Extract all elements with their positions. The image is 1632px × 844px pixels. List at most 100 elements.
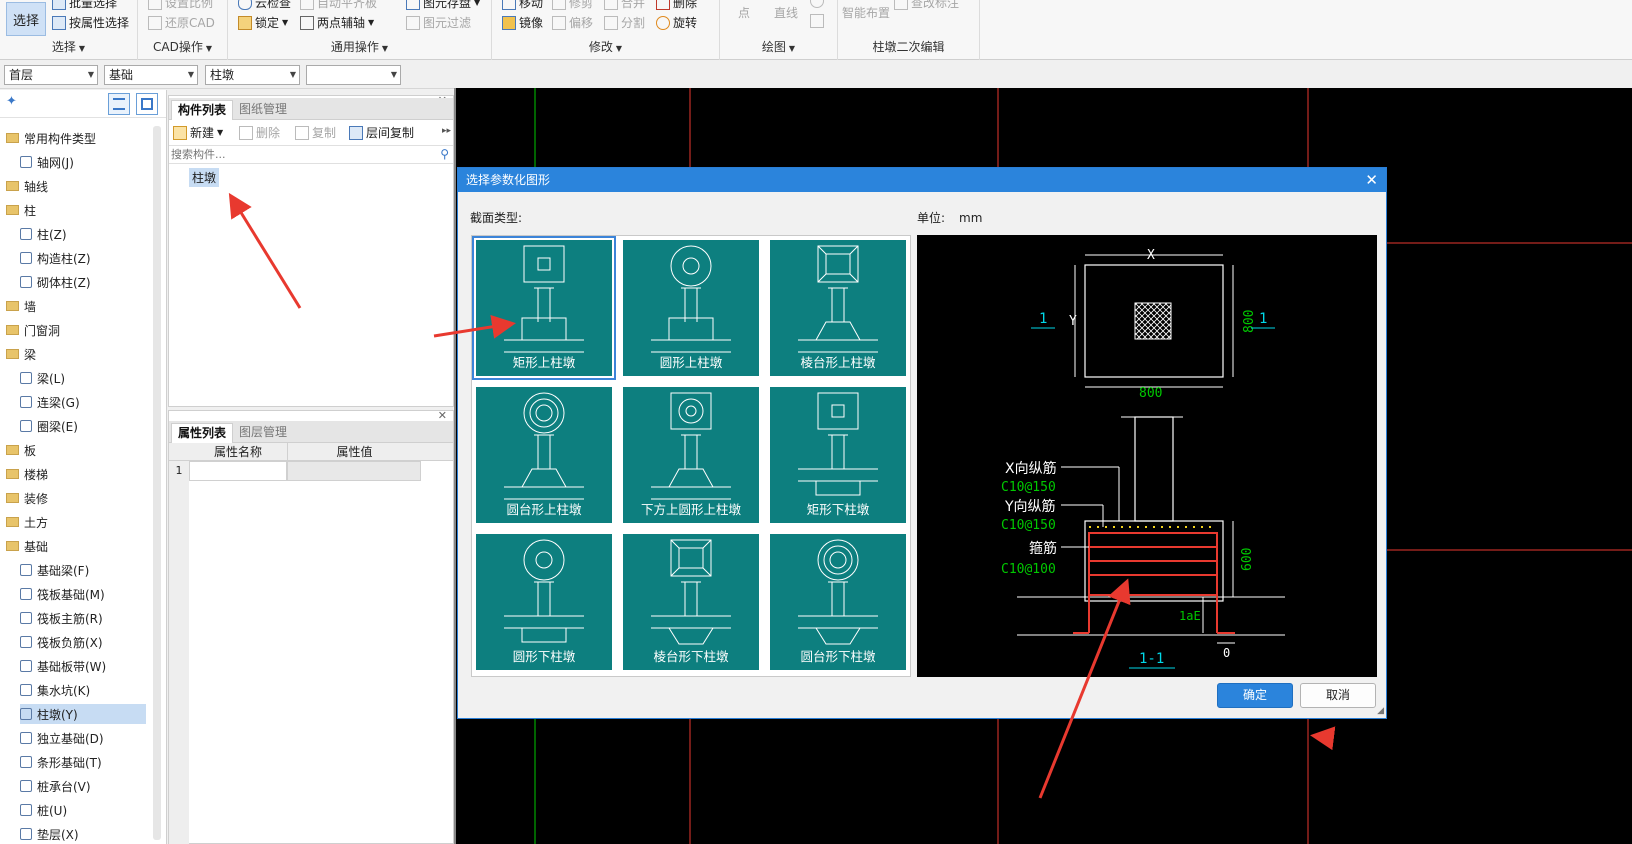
floor-dropdown[interactable]: 首层 ▼ bbox=[4, 65, 98, 85]
mirror-button[interactable]: 镜像 bbox=[502, 14, 543, 31]
shape-thumbnail[interactable]: 圆形下柱墩 bbox=[476, 534, 612, 670]
batch-select-button[interactable]: 批量选择 bbox=[52, 0, 117, 11]
trim-button[interactable]: 修剪 bbox=[552, 0, 593, 11]
floor-copy-button[interactable]: 层间复制 bbox=[349, 124, 414, 141]
line-button[interactable]: 直线 bbox=[774, 4, 798, 21]
shape-thumbnail[interactable]: 矩形上柱墩 bbox=[472, 236, 616, 380]
group-label-draw[interactable]: 绘图 ▼ bbox=[720, 38, 837, 55]
restore-cad-button[interactable]: 还原CAD bbox=[148, 14, 215, 31]
tree-folder[interactable]: 门窗洞 bbox=[6, 320, 146, 340]
tree-item[interactable]: 梁(L) bbox=[20, 368, 146, 388]
name-dropdown[interactable]: ▼ bbox=[306, 65, 401, 85]
tree-item[interactable]: 桩承台(V) bbox=[20, 776, 146, 796]
sparkle-icon[interactable]: ✦ bbox=[6, 94, 17, 109]
shape-option[interactable]: 圆台形下柱墩 bbox=[766, 530, 913, 677]
split-button[interactable]: 分割 bbox=[604, 14, 645, 31]
tree-item[interactable]: 集水坑(K) bbox=[20, 680, 146, 700]
tree-item[interactable]: 柱墩(Y) bbox=[20, 704, 146, 724]
group-label-modify[interactable]: 修改 ▼ bbox=[492, 38, 719, 55]
rect-button[interactable] bbox=[810, 14, 824, 28]
shape-option[interactable]: 圆形上柱墩 bbox=[619, 236, 766, 383]
tree-item[interactable]: 条形基础(T) bbox=[20, 752, 146, 772]
tree-item[interactable]: 筏板主筋(R) bbox=[20, 608, 146, 628]
shape-option[interactable]: 圆形下柱墩 bbox=[472, 530, 619, 677]
view-annotation-button[interactable]: 查改标注 bbox=[894, 0, 959, 11]
search-icon[interactable]: ⚲ bbox=[440, 147, 449, 161]
tab-drawing-management[interactable]: 图纸管理 bbox=[233, 100, 293, 120]
element-save-button[interactable]: 图元存盘 ▼ bbox=[406, 0, 480, 11]
tree-item[interactable]: 桩(U) bbox=[20, 800, 146, 820]
shape-thumbnail[interactable]: 棱台形上柱墩 bbox=[770, 240, 906, 376]
group-label-cad[interactable]: CAD操作 ▼ bbox=[138, 38, 227, 55]
property-name-cell[interactable] bbox=[189, 461, 287, 481]
tree-folder[interactable]: 梁 bbox=[6, 344, 146, 364]
tree-folder[interactable]: 轴线 bbox=[6, 176, 146, 196]
close-icon[interactable]: ✕ bbox=[1365, 168, 1378, 192]
shape-thumbnail[interactable]: 矩形下柱墩 bbox=[770, 387, 906, 523]
offset-button[interactable]: 偏移 bbox=[552, 14, 593, 31]
resize-grip-icon[interactable]: ◢ bbox=[1377, 706, 1384, 716]
shape-option[interactable]: 矩形上柱墩 bbox=[472, 236, 619, 383]
detail-view-button[interactable] bbox=[136, 93, 158, 115]
ok-button[interactable]: 确定 bbox=[1217, 683, 1293, 708]
shape-option[interactable]: 棱台形下柱墩 bbox=[619, 530, 766, 677]
tree-folder[interactable]: 装修 bbox=[6, 488, 146, 508]
shape-option[interactable]: 矩形下柱墩 bbox=[766, 383, 913, 530]
tab-component-list[interactable]: 构件列表 bbox=[171, 100, 234, 120]
set-scale-button[interactable]: 设置比例 bbox=[148, 0, 213, 11]
shape-thumbnail[interactable]: 棱台形下柱墩 bbox=[623, 534, 759, 670]
shape-option[interactable]: 圆台形上柱墩 bbox=[472, 383, 619, 530]
tree-folder[interactable]: 常用构件类型 bbox=[6, 128, 146, 148]
lock-button[interactable]: 锁定 ▼ bbox=[238, 14, 288, 31]
tree-item[interactable]: 筏板基础(M) bbox=[20, 584, 146, 604]
property-value-cell[interactable] bbox=[287, 461, 421, 481]
tree-folder[interactable]: 基础 bbox=[6, 536, 146, 556]
shape-option[interactable]: 棱台形上柱墩 bbox=[766, 236, 913, 383]
category-dropdown[interactable]: 基础 ▼ bbox=[104, 65, 198, 85]
tree-item[interactable]: 轴网(J) bbox=[20, 152, 146, 172]
shape-thumbnail[interactable]: 圆台形下柱墩 bbox=[770, 534, 906, 670]
tree-folder[interactable]: 板 bbox=[6, 440, 146, 460]
tree-item[interactable]: 筏板负筋(X) bbox=[20, 632, 146, 652]
tree-item[interactable]: 垫层(X) bbox=[20, 824, 146, 844]
shape-thumbnail[interactable]: 圆台形上柱墩 bbox=[476, 387, 612, 523]
group-label-common[interactable]: 通用操作 ▼ bbox=[228, 38, 491, 55]
shape-thumbnail[interactable]: 圆形上柱墩 bbox=[623, 240, 759, 376]
tree-item[interactable]: 基础梁(F) bbox=[20, 560, 146, 580]
merge-button[interactable]: 合并 bbox=[604, 0, 645, 11]
shape-option[interactable]: 下方上圆形上柱墩 bbox=[619, 383, 766, 530]
copy-component-button[interactable]: 复制 bbox=[295, 124, 336, 141]
cloud-check-button[interactable]: 云检查 bbox=[238, 0, 291, 11]
tree-item[interactable]: 柱(Z) bbox=[20, 224, 146, 244]
tree-item[interactable]: 连梁(G) bbox=[20, 392, 146, 412]
list-view-button[interactable] bbox=[108, 93, 130, 115]
select-button[interactable]: 选择 bbox=[6, 2, 46, 36]
move-button[interactable]: 移动 bbox=[502, 0, 543, 11]
cancel-button[interactable]: 取消 bbox=[1300, 683, 1376, 708]
point-button[interactable]: 点 bbox=[738, 4, 750, 21]
component-item-pier[interactable]: 柱墩 bbox=[189, 168, 220, 187]
delete-button[interactable]: 删除 bbox=[656, 0, 697, 11]
shape-thumbnail[interactable]: 下方上圆形上柱墩 bbox=[623, 387, 759, 523]
smart-layout-button[interactable]: 智能布置 bbox=[842, 4, 890, 21]
tree-item[interactable]: 基础板带(W) bbox=[20, 656, 146, 676]
tree-folder[interactable]: 柱 bbox=[6, 200, 146, 220]
tree-folder[interactable]: 楼梯 bbox=[6, 464, 146, 484]
overflow-icon[interactable]: ▸▸ bbox=[442, 126, 451, 136]
type-dropdown[interactable]: 柱墩 ▼ bbox=[205, 65, 300, 85]
tree-folder[interactable]: 土方 bbox=[6, 512, 146, 532]
search-input[interactable] bbox=[171, 146, 431, 162]
two-point-axis-button[interactable]: 两点辅轴 ▼ bbox=[300, 14, 374, 31]
tree-item[interactable]: 构造柱(Z) bbox=[20, 248, 146, 268]
property-select-button[interactable]: 按属性选择 bbox=[52, 14, 129, 31]
tree-item[interactable]: 砌体柱(Z) bbox=[20, 272, 146, 292]
tree-item[interactable]: 圈梁(E) bbox=[20, 416, 146, 436]
new-button[interactable]: 新建 ▼ bbox=[173, 124, 223, 141]
element-filter-button[interactable]: 图元过滤 bbox=[406, 14, 471, 31]
auto-level-button[interactable]: 自动平齐板 bbox=[300, 0, 377, 11]
delete-component-button[interactable]: 删除 bbox=[239, 124, 280, 141]
table-row[interactable]: 1 bbox=[169, 461, 453, 481]
tab-property-list[interactable]: 属性列表 bbox=[171, 423, 234, 443]
tree-scrollbar[interactable] bbox=[153, 126, 161, 840]
tab-layer-management[interactable]: 图层管理 bbox=[233, 423, 293, 443]
